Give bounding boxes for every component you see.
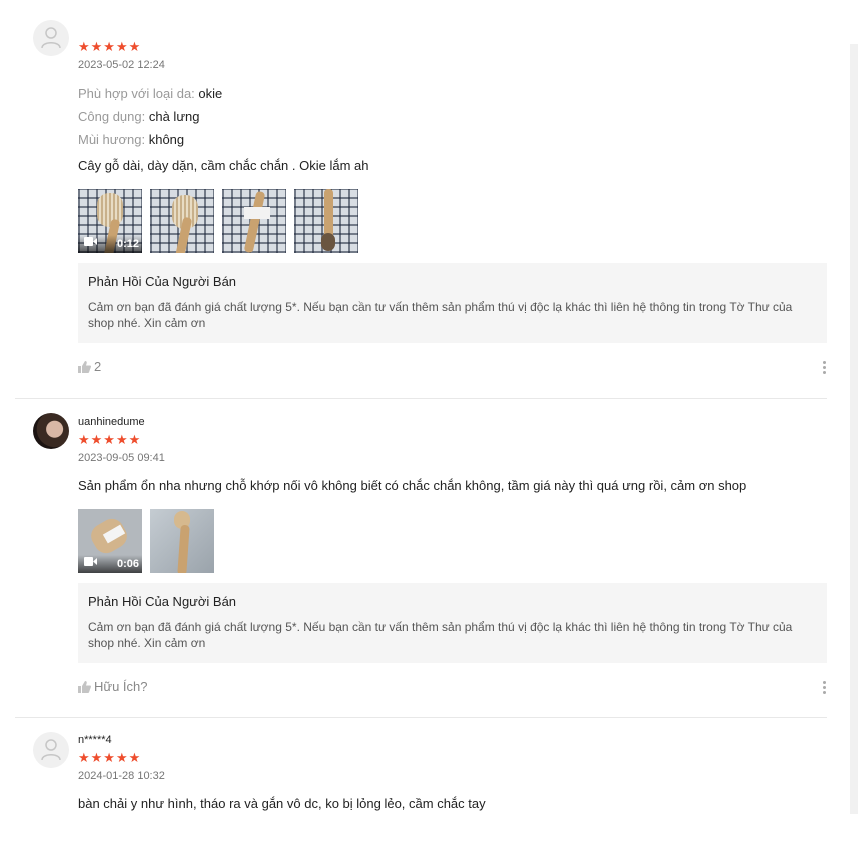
rating-stars: ★★★★★ [78, 432, 142, 447]
video-duration: 0:12 [116, 238, 139, 250]
thumb-up-icon [78, 360, 91, 373]
seller-reply-text: Cảm ơn bạn đã đánh giá chất lượng 5*. Nế… [88, 620, 793, 650]
reviewer-username[interactable]: n*****4 [78, 733, 827, 747]
review-item: uanhinedume ★★★★★ 2023-09-05 09:41 Sản p… [15, 399, 827, 718]
seller-reply-title: Phản Hồi Của Người Bán [88, 274, 237, 289]
like-count: 2 [94, 359, 102, 374]
review-video-thumbnail[interactable]: 0:06 [78, 509, 142, 573]
attribute-usage: Công dụng: chà lưng [78, 109, 200, 124]
review-image-thumbnail[interactable] [150, 189, 214, 253]
review-item: n*****4 ★★★★★ 2024-01-28 10:32 bàn chải … [15, 718, 827, 838]
like-button[interactable]: 2 [78, 359, 827, 374]
review-image-thumbnail[interactable] [222, 189, 286, 253]
review-image-thumbnail[interactable] [150, 509, 214, 573]
avatar[interactable] [33, 20, 69, 56]
seller-reply-text: Cảm ơn bạn đã đánh giá chất lượng 5*. Nế… [88, 300, 793, 330]
rating-stars: ★★★★★ [78, 39, 142, 54]
avatar[interactable] [33, 732, 69, 768]
video-camera-icon [84, 237, 97, 249]
review-media: 0:12 [78, 189, 827, 253]
attribute-scent: Mùi hương: không [78, 132, 185, 147]
seller-reply: Phản Hồi Của Người Bán Cảm ơn bạn đã đán… [78, 583, 827, 663]
helpful-label: Hữu Ích? [94, 679, 148, 694]
review-comment: bàn chải y như hình, tháo ra và gắn vô d… [78, 796, 486, 811]
review-date: 2024-01-28 10:32 [78, 770, 165, 782]
review-comment: Cây gỗ dài, dày dặn, cầm chắc chắn . Oki… [78, 158, 369, 173]
review-media: 0:06 [78, 509, 827, 573]
user-icon [41, 739, 61, 761]
review-comment: Sản phẩm ổn nha nhưng chỗ khớp nối vô kh… [78, 478, 747, 493]
seller-reply-title: Phản Hồi Của Người Bán [88, 594, 237, 609]
thumb-up-icon [78, 680, 91, 693]
avatar[interactable] [33, 413, 69, 449]
attribute-skin-type: Phù hợp với loại da: okie [78, 86, 223, 101]
review-date: 2023-09-05 09:41 [78, 452, 165, 464]
helpful-button[interactable]: Hữu Ích? [78, 679, 827, 694]
scrollbar[interactable] [850, 44, 858, 814]
video-duration: 0:06 [116, 558, 139, 570]
more-vertical-icon[interactable] [823, 361, 827, 376]
more-vertical-icon[interactable] [823, 681, 827, 696]
user-icon [41, 27, 61, 49]
review-date: 2023-05-02 12:24 [78, 59, 165, 71]
review-video-thumbnail[interactable]: 0:12 [78, 189, 142, 253]
review-item: ★★★★★ 2023-05-02 12:24 Phù hợp với loại … [15, 20, 827, 399]
reviewer-username[interactable]: uanhinedume [78, 415, 827, 429]
review-image-thumbnail[interactable] [294, 189, 358, 253]
seller-reply: Phản Hồi Của Người Bán Cảm ơn bạn đã đán… [78, 263, 827, 343]
rating-stars: ★★★★★ [78, 750, 142, 765]
video-camera-icon [84, 557, 97, 569]
